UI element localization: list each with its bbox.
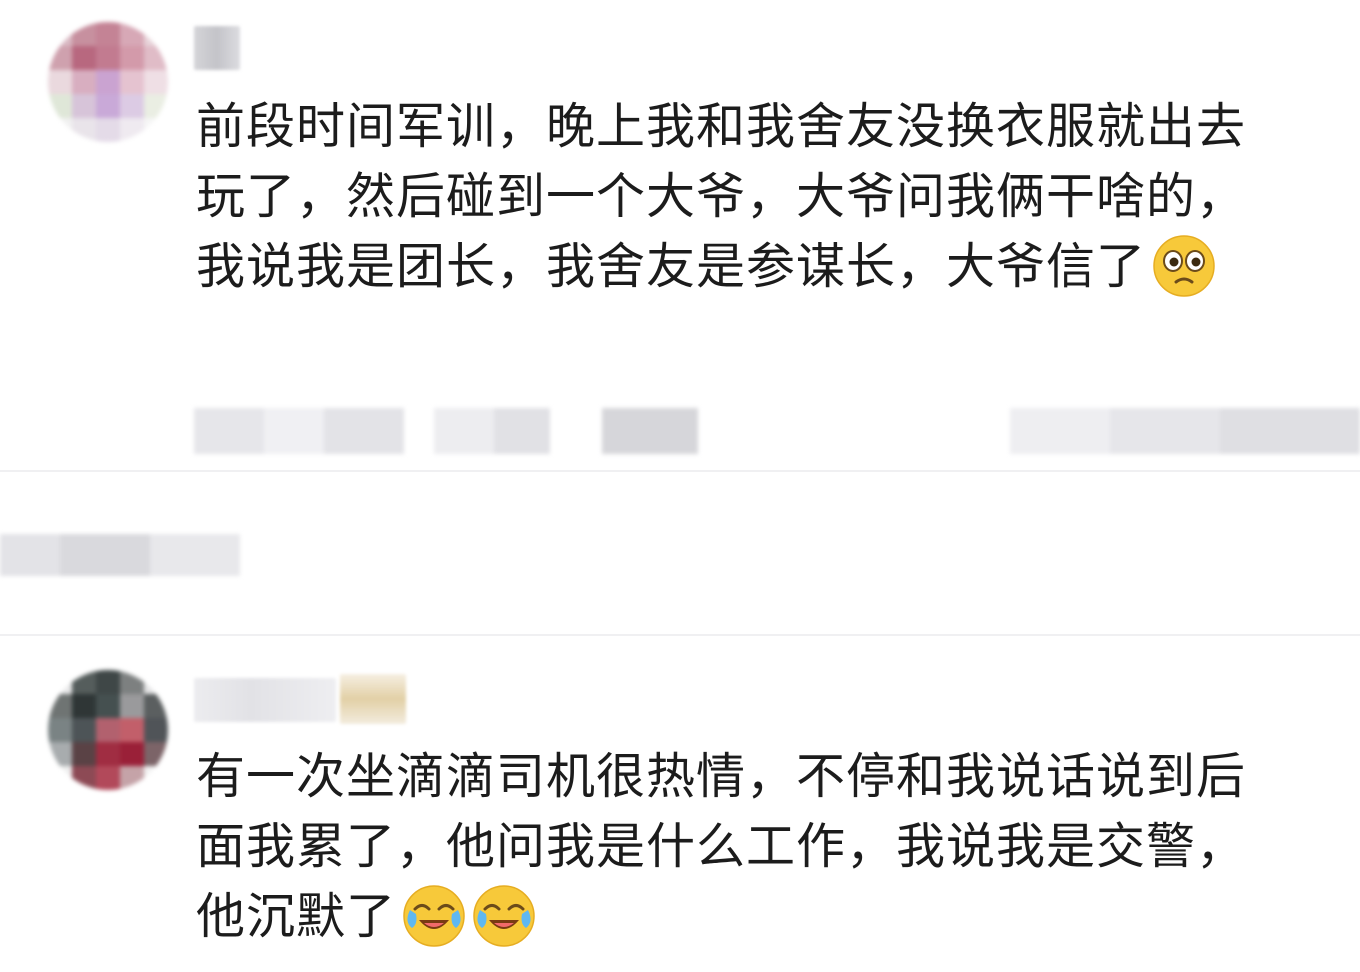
section-header-blurred	[0, 534, 240, 576]
username-blurred[interactable]	[194, 26, 240, 70]
divider	[0, 634, 1360, 636]
flushed-face-emoji-icon	[1152, 234, 1216, 298]
comment-item: 有一次坐滴滴司机很热情，不停和我说话说到后面我累了，他问我是什么工作，我说我是交…	[0, 640, 1360, 972]
avatar[interactable]	[48, 670, 168, 790]
comment-body: 有一次坐滴滴司机很热情，不停和我说话说到后面我累了，他问我是什么工作，我说我是交…	[196, 748, 1247, 945]
avatar[interactable]	[48, 22, 168, 142]
username-blurred[interactable]	[194, 678, 336, 722]
tears-of-joy-emoji-icon	[472, 884, 536, 948]
user-badge-icon	[340, 674, 406, 724]
comment-body: 前段时间军训，晚上我和我舍友没换衣服就出去玩了，然后碰到一个大爷，大爷问我俩干啥…	[196, 98, 1247, 295]
comment-item: 前段时间军训，晚上我和我舍友没换衣服就出去玩了，然后碰到一个大爷，大爷问我俩干啥…	[0, 0, 1360, 470]
comment-text: 有一次坐滴滴司机很热情，不停和我说话说到后面我累了，他问我是什么工作，我说我是交…	[196, 742, 1286, 952]
comment-meta-blurred	[194, 408, 1360, 454]
divider	[0, 470, 1360, 472]
comment-text: 前段时间军训，晚上我和我舍友没换衣服就出去玩了，然后碰到一个大爷，大爷问我俩干啥…	[196, 92, 1286, 302]
tears-of-joy-emoji-icon	[402, 884, 466, 948]
